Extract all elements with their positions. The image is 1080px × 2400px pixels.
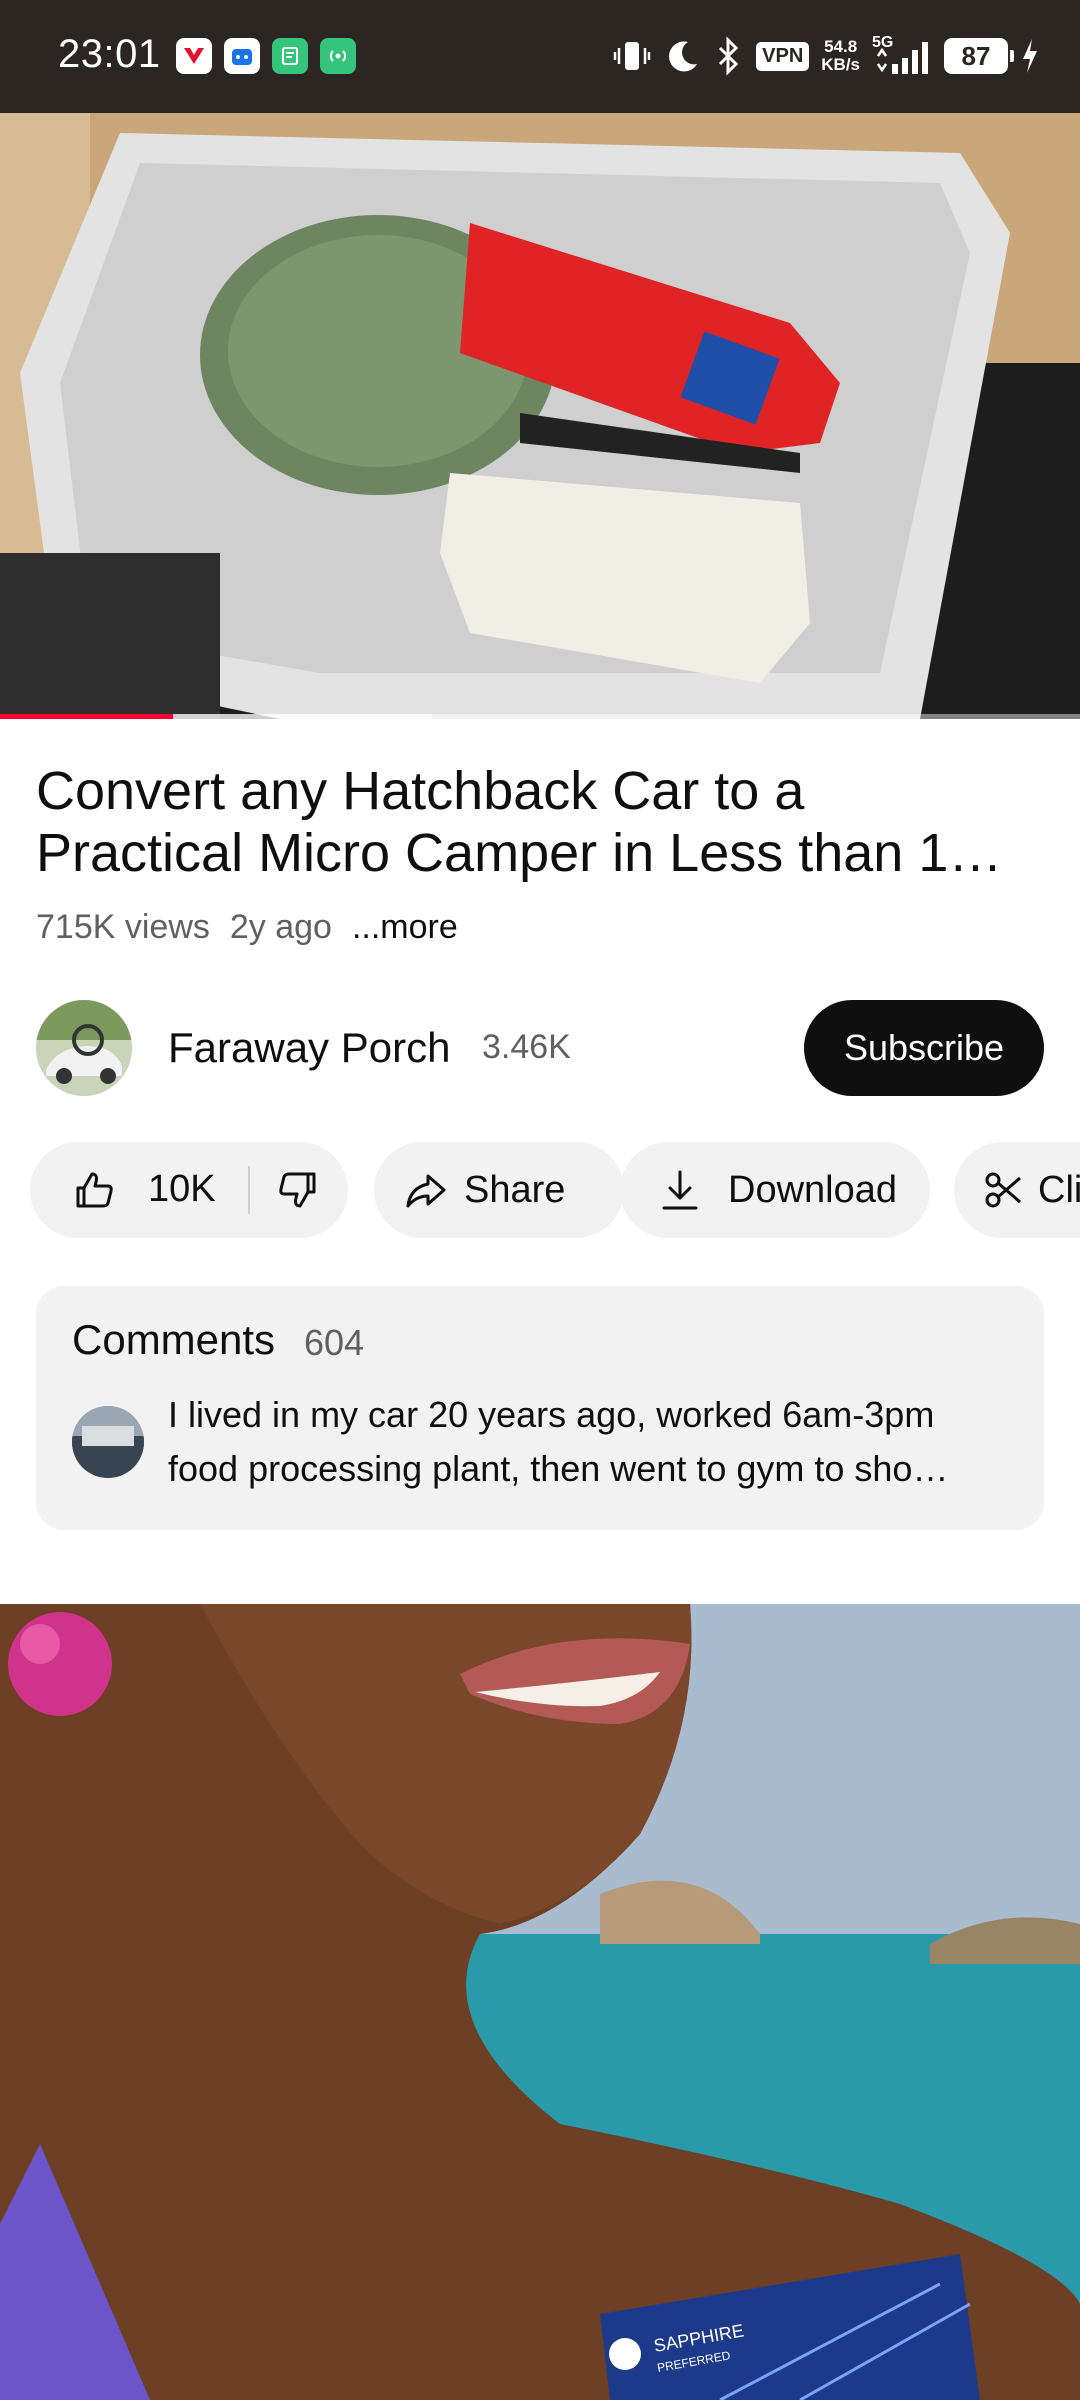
download-label: Download: [728, 1168, 897, 1211]
comments-teaser[interactable]: Comments 604 I lived in my car 20 years …: [36, 1286, 1044, 1530]
subscriber-count: 3.46K: [482, 1028, 571, 1066]
like-divider: [248, 1166, 250, 1214]
battery-indicator: 87: [944, 38, 1014, 74]
share-label: Share: [464, 1168, 566, 1211]
status-indicators: VPN 54.8 KB/s 5G 87: [612, 30, 1040, 82]
app-notification-icon: [224, 38, 260, 74]
video-meta[interactable]: 715K views 2y ago ...more: [36, 908, 458, 947]
ad-banner[interactable]: SAPPHIRE PREFERRED: [0, 1604, 1080, 2400]
video-title[interactable]: Convert any Hatchback Car to a Practical…: [36, 760, 1046, 884]
status-time: 23:01: [58, 32, 161, 76]
vpn-badge: VPN: [756, 41, 810, 71]
video-player[interactable]: [0, 113, 1080, 719]
commenter-avatar: [72, 1406, 144, 1478]
view-count: 715K views: [36, 908, 210, 946]
bluetooth-icon: [719, 36, 739, 76]
app-notification-icon: [176, 38, 212, 74]
signal-indicator: 5G: [872, 34, 932, 78]
charging-bolt-icon: [1023, 39, 1037, 73]
network-speed: 54.8 KB/s: [821, 37, 860, 74]
app-notification-icon: [272, 38, 308, 74]
upload-age: 2y ago: [229, 908, 332, 946]
scissors-icon: [985, 1172, 1021, 1208]
share-icon: [406, 1174, 446, 1208]
hotspot-icon: [320, 38, 356, 74]
clip-label: Cli: [1038, 1168, 1080, 1211]
like-count[interactable]: 10K: [148, 1168, 216, 1211]
like-dislike-group: 10K: [30, 1142, 348, 1238]
top-comment: I lived in my car 20 years ago, worked 6…: [168, 1394, 949, 1489]
progress-bar[interactable]: [0, 714, 1080, 719]
download-button[interactable]: Download: [620, 1142, 930, 1238]
channel-name[interactable]: Faraway Porch: [168, 1024, 450, 1072]
subscribe-button[interactable]: Subscribe: [804, 1000, 1044, 1096]
ad-image: SAPPHIRE PREFERRED: [0, 1604, 1080, 2400]
comments-count: 604: [304, 1322, 365, 1363]
vibrate-icon: [613, 42, 651, 70]
notification-icons: [176, 38, 356, 74]
more-link[interactable]: ...more: [352, 908, 458, 947]
action-bar: 10K Share Download Cli: [30, 1142, 1080, 1238]
dislike-button[interactable]: [276, 1168, 320, 1212]
video-frame: [0, 113, 1080, 719]
thumbs-down-icon: [279, 1172, 316, 1208]
share-button[interactable]: Share: [374, 1142, 624, 1238]
comments-label: Comments: [72, 1316, 276, 1363]
clip-button[interactable]: Cli: [954, 1142, 1080, 1238]
thumbs-up-icon: [76, 1172, 113, 1208]
channel-row: Faraway Porch 3.46K Subscribe: [36, 1000, 1044, 1096]
channel-avatar[interactable]: [36, 1000, 132, 1096]
download-icon: [662, 1170, 698, 1210]
status-bar: 23:01 VPN 54.8 KB/s 5G 87: [0, 0, 1080, 113]
do-not-disturb-moon-icon: [669, 41, 698, 72]
progress-played: [0, 714, 173, 719]
signal-bars-icon: [876, 42, 928, 74]
like-button[interactable]: [72, 1168, 116, 1212]
